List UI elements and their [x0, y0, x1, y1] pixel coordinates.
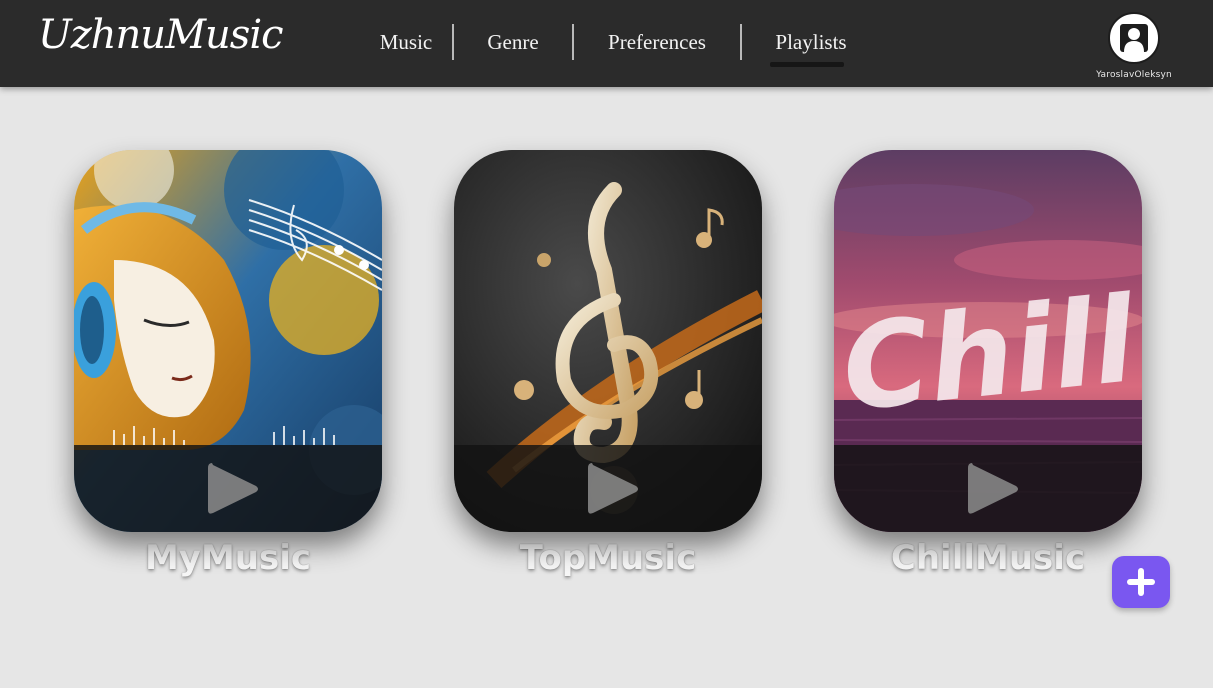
- app-logo[interactable]: UzhnuMusic: [38, 12, 284, 58]
- nav-music[interactable]: Music: [360, 30, 452, 55]
- playlist-card-mymusic: MyMusic: [74, 150, 382, 578]
- main-nav: Music Genre Preferences Playlists: [360, 22, 880, 67]
- user-portrait-icon: [1120, 24, 1148, 52]
- add-playlist-button[interactable]: [1112, 556, 1170, 608]
- play-icon[interactable]: [204, 459, 260, 519]
- play-icon[interactable]: [964, 459, 1020, 519]
- playlist-title[interactable]: TopMusic: [454, 538, 762, 578]
- playlist-card-chillmusic: Chill ChillMusic: [834, 150, 1142, 578]
- playlist-cover[interactable]: Chill: [834, 150, 1142, 532]
- username: YaroslavOleksyn: [1096, 70, 1172, 80]
- nav-genre[interactable]: Genre: [454, 30, 572, 55]
- nav-playlists[interactable]: Playlists: [742, 30, 880, 67]
- user-profile: YaroslavOleksyn: [1092, 12, 1176, 80]
- playlist-card-topmusic: TopMusic: [454, 150, 762, 578]
- playlist-cover[interactable]: [74, 150, 382, 532]
- playlist-title[interactable]: MyMusic: [74, 538, 382, 578]
- plus-icon: [1127, 568, 1155, 596]
- avatar[interactable]: [1108, 12, 1160, 64]
- top-bar: UzhnuMusic Music Genre Preferences Playl…: [0, 0, 1213, 87]
- playlist-cover[interactable]: [454, 150, 762, 532]
- nav-preferences[interactable]: Preferences: [574, 30, 740, 55]
- playlist-title[interactable]: ChillMusic: [834, 538, 1142, 578]
- play-icon[interactable]: [584, 459, 640, 519]
